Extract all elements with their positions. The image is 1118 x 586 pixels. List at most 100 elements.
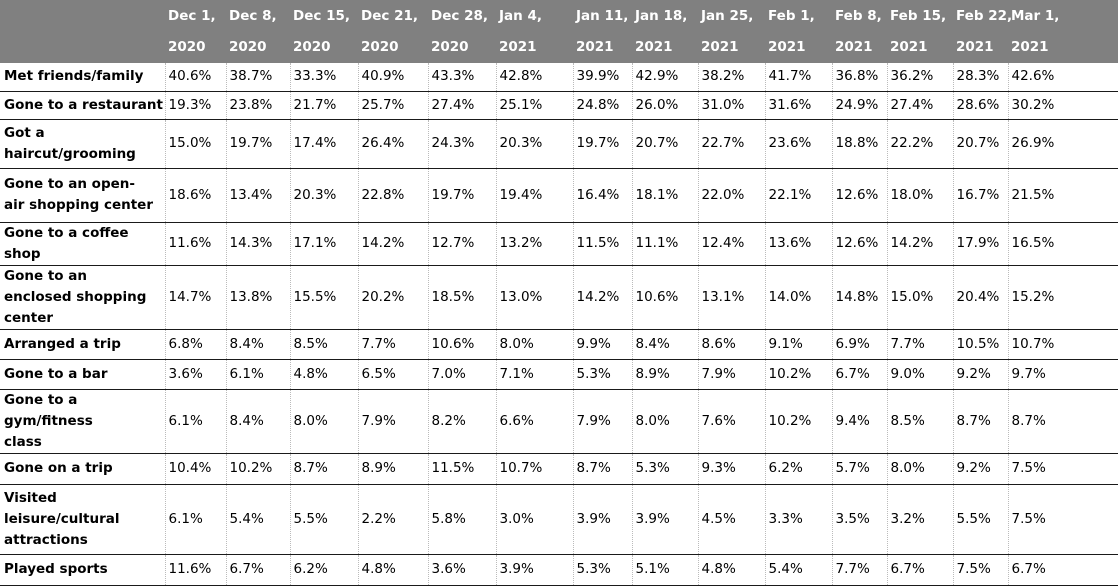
value-cell: 24.8% (572, 91, 632, 120)
value-cell: 19.4% (495, 168, 573, 223)
value-cell: 12.6% (831, 168, 887, 223)
row-label-text: Gone to an enclosed shopping center (4, 267, 147, 326)
value-cell: 8.6% (697, 329, 765, 360)
value-cell: 3.6% (427, 554, 496, 586)
value-cell: 7.5% (1007, 484, 1118, 555)
value-cell: 25.7% (357, 91, 428, 120)
row-label-text: Arranged a trip (4, 335, 121, 352)
table-row: Met friends/family 40.6% 38.7% 33.3% 40.9% 43… (0, 63, 1118, 92)
column-header: Mar 1, 2021 (1008, 0, 1118, 63)
value-cell: 13.4% (225, 168, 290, 223)
value-cell: 6.7% (1007, 554, 1118, 586)
row-label: Gone to a restaurant (0, 91, 165, 120)
row-label: Visited leisure/cultural attractions (0, 484, 165, 555)
value-cell: 6.1% (164, 484, 226, 555)
value-cell: 31.0% (697, 91, 765, 120)
table-body: Met friends/family 40.6% 38.7% 33.3% 40.9% 43… (0, 63, 1118, 586)
value-cell: 5.1% (631, 554, 698, 586)
value-cell: 15.0% (886, 265, 953, 330)
value-cell: 2.2% (357, 484, 428, 555)
column-header-date: Feb 15, (890, 7, 947, 24)
value-cell: 20.7% (631, 119, 698, 169)
table-row: Arranged a trip 6.8% 8.4% 8.5% 7.7% 10.6% 8.0%… (0, 329, 1118, 360)
column-header: Feb 22, 2021 (953, 0, 1012, 63)
value-cell: 19.7% (225, 119, 290, 169)
value-cell: 28.6% (952, 91, 1008, 120)
value-cell: 10.2% (764, 389, 832, 454)
table-row: Gone to an open-air shopping center 18.6%… (0, 168, 1118, 223)
row-label-text: Gone to a gym/fitness class (4, 391, 93, 450)
value-cell: 3.2% (886, 484, 953, 555)
value-cell: 33.3% (289, 63, 358, 92)
row-label-text: Gone on a trip (4, 460, 113, 476)
value-cell: 8.4% (631, 329, 698, 360)
value-cell: 14.8% (831, 265, 887, 330)
table-row: Got a haircut/grooming 15.0% 19.7% 17.4% 26.… (0, 119, 1118, 169)
column-header-date: Dec 15, (293, 7, 350, 24)
value-cell: 11.5% (427, 453, 496, 485)
column-header: Feb 1, 2021 (765, 0, 832, 63)
value-cell: 8.4% (225, 329, 290, 360)
value-cell: 21.5% (1007, 168, 1118, 223)
value-cell: 7.0% (427, 359, 496, 390)
value-cell: 8.0% (495, 329, 573, 360)
column-header: Dec 1, 2020 (165, 0, 226, 63)
data-table: Dec 1, 2020 Dec 8, 2020 Dec 15, 2020 Dec 21, 20… (0, 0, 1118, 586)
value-cell: 8.7% (289, 453, 358, 485)
value-cell: 14.3% (225, 222, 290, 266)
value-cell: 18.5% (427, 265, 496, 330)
value-cell: 6.7% (886, 554, 953, 586)
value-cell: 10.4% (164, 453, 226, 485)
value-cell: 10.2% (764, 359, 832, 390)
column-header-year: 2021 (499, 38, 537, 55)
column-header-date: Dec 28, (431, 7, 488, 24)
value-cell: 9.0% (886, 359, 953, 390)
value-cell: 3.5% (831, 484, 887, 555)
value-cell: 9.9% (572, 329, 632, 360)
value-cell: 14.2% (572, 265, 632, 330)
value-cell: 26.0% (631, 91, 698, 120)
table-row: Played sports 11.6% 6.7% 6.2% 4.8% 3.6% 3.9% 5.… (0, 554, 1118, 586)
column-header-date: Dec 8, (229, 7, 277, 24)
value-cell: 43.3% (427, 63, 496, 92)
value-cell: 39.9% (572, 63, 632, 92)
value-cell: 31.6% (764, 91, 832, 120)
value-cell: 20.4% (952, 265, 1008, 330)
value-cell: 7.5% (952, 554, 1008, 586)
value-cell: 12.6% (831, 222, 887, 266)
value-cell: 10.7% (1007, 329, 1118, 360)
header-row: Dec 1, 2020 Dec 8, 2020 Dec 15, 2020 Dec 21, 20… (0, 0, 1118, 63)
value-cell: 3.3% (764, 484, 832, 555)
table-row: Visited leisure/cultural attractions 6.1%… (0, 484, 1118, 555)
value-cell: 30.2% (1007, 91, 1118, 120)
value-cell: 36.2% (886, 63, 953, 92)
row-label-text: Gone to a restaurant (4, 96, 163, 113)
value-cell: 10.2% (225, 453, 290, 485)
row-label: Got a haircut/grooming (0, 119, 165, 169)
row-label-text: Gone to an open-air shopping center (4, 176, 153, 213)
row-label-text: Visited leisure/cultural attractions (4, 489, 120, 548)
value-cell: 6.7% (225, 554, 290, 586)
row-label: Gone to a coffee shop (0, 222, 165, 266)
value-cell: 41.7% (764, 63, 832, 92)
value-cell: 40.9% (357, 63, 428, 92)
value-cell: 15.2% (1007, 265, 1118, 330)
row-label-text: Met friends/family (4, 68, 144, 85)
row-label-text: Played sports (4, 561, 108, 577)
value-cell: 10.7% (495, 453, 573, 485)
row-label: Gone to a bar (0, 359, 165, 390)
column-header-date: Jan 18, (635, 7, 688, 24)
value-cell: 22.7% (697, 119, 765, 169)
column-header-year: 2021 (576, 38, 614, 55)
value-cell: 7.9% (572, 389, 632, 454)
value-cell: 6.1% (225, 359, 290, 390)
value-cell: 9.7% (1007, 359, 1118, 390)
value-cell: 22.0% (697, 168, 765, 223)
value-cell: 9.4% (831, 389, 887, 454)
value-cell: 16.4% (572, 168, 632, 223)
row-label-text: Got a haircut/grooming (4, 124, 136, 162)
value-cell: 27.4% (886, 91, 953, 120)
value-cell: 24.9% (831, 91, 887, 120)
value-cell: 6.2% (764, 453, 832, 485)
column-header: Dec 28, 2020 (428, 0, 496, 63)
